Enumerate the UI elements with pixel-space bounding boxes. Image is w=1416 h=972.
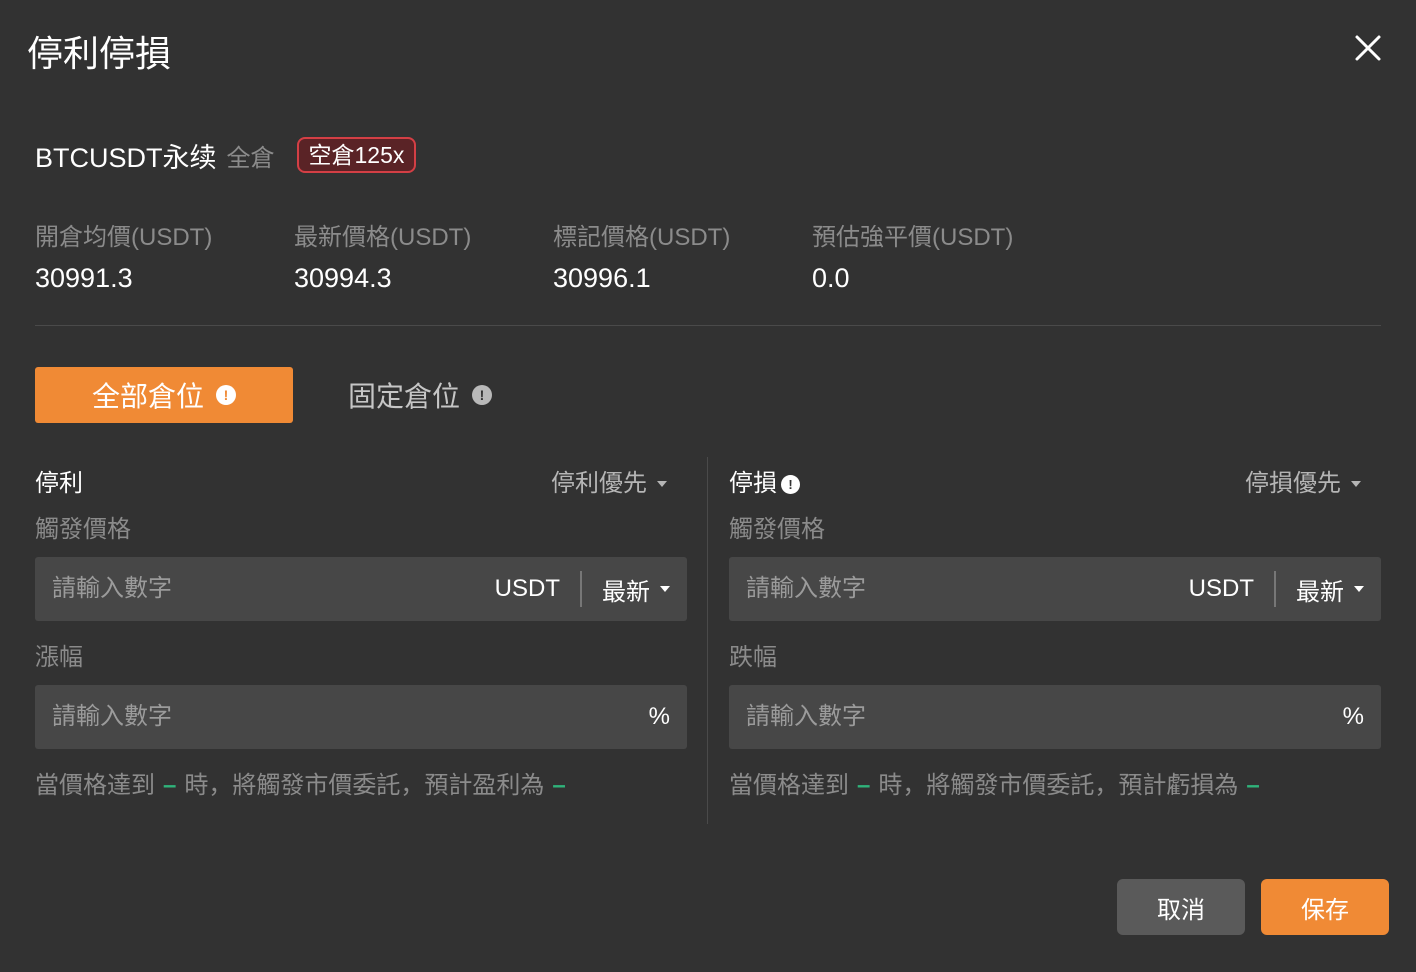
unit-label: % xyxy=(1342,703,1364,730)
unit-label: USDT xyxy=(1188,575,1254,602)
dropdown-label: 最新 xyxy=(602,578,650,606)
save-button[interactable]: 保存 xyxy=(1261,879,1389,935)
unit-separator xyxy=(1274,571,1276,607)
stat-value: 30996.1 xyxy=(553,263,651,293)
caret-down-icon xyxy=(657,481,667,487)
tab-fixed-position[interactable]: 固定倉位 ! xyxy=(348,367,493,423)
caret-down-icon xyxy=(660,586,670,592)
take-profit-change-field: % xyxy=(35,685,687,749)
hint-text: 時，將觸發市價委託，預計盈利為 xyxy=(184,772,545,799)
symbol-name: BTCUSDT永续 xyxy=(35,142,217,173)
dropdown-label: 停損優先 xyxy=(1245,470,1341,497)
dropdown-label: 停利優先 xyxy=(551,470,647,497)
stat-value: 0.0 xyxy=(812,263,850,293)
section-title-text: 停利 xyxy=(35,470,83,497)
hint-text: 當價格達到 xyxy=(729,772,849,799)
position-header: BTCUSDT永续 全倉 空倉125x xyxy=(35,136,417,174)
stat-label: 最新價格(USDT) xyxy=(294,224,472,251)
unit-separator xyxy=(580,571,582,607)
trigger-price-label: 觸發價格 xyxy=(729,516,825,543)
margin-mode: 全倉 xyxy=(226,144,275,172)
take-profit-change-input[interactable] xyxy=(52,703,649,731)
stop-loss-title: 停損 ! xyxy=(729,468,800,500)
trigger-price-label: 觸發價格 xyxy=(35,516,131,543)
stat-liquidation-price: 預估強平價(USDT) 0.0 xyxy=(812,222,1013,296)
take-profit-hint: 當價格達到 – 時，將觸發市價委託，預計盈利為 – xyxy=(35,770,574,802)
take-profit-trigger-field: USDT 最新 xyxy=(35,557,687,621)
column-divider xyxy=(707,457,708,824)
dialog-title: 停利停損 xyxy=(27,33,172,74)
stat-label: 開倉均價(USDT) xyxy=(35,224,213,251)
stop-loss-trigger-input[interactable] xyxy=(746,575,1189,603)
stop-loss-hint: 當價格達到 – 時，將觸發市價委託，預計虧損為 – xyxy=(729,770,1268,802)
stat-label: 標記價格(USDT) xyxy=(553,224,731,251)
caret-down-icon xyxy=(1354,586,1364,592)
close-button[interactable] xyxy=(1350,30,1386,66)
stat-value: 30991.3 xyxy=(35,263,133,293)
stat-last-price: 最新價格(USDT) 30994.3 xyxy=(294,222,471,296)
unit-label: % xyxy=(648,703,670,730)
change-label: 漲幅 xyxy=(35,644,83,671)
dropdown-label: 最新 xyxy=(1296,578,1344,606)
caret-down-icon xyxy=(1351,481,1361,487)
price-type-dropdown[interactable]: 最新 xyxy=(1296,572,1364,607)
stop-loss-trigger-field: USDT 最新 xyxy=(729,557,1381,621)
section-title-text: 停損 xyxy=(729,470,777,497)
take-profit-trigger-input[interactable] xyxy=(52,575,495,603)
unit-label: USDT xyxy=(494,575,560,602)
cancel-button[interactable]: 取消 xyxy=(1117,879,1245,935)
change-label: 跌幅 xyxy=(729,644,777,671)
stat-value: 30994.3 xyxy=(294,263,392,293)
stop-loss-change-input[interactable] xyxy=(746,703,1343,731)
tab-label: 全部倉位 xyxy=(91,381,204,412)
stat-mark-price: 標記價格(USDT) 30996.1 xyxy=(553,222,730,296)
stop-loss-change-field: % xyxy=(729,685,1381,749)
hint-text: 當價格達到 xyxy=(35,772,155,799)
info-icon[interactable]: ! xyxy=(472,385,493,405)
hint-text: 時，將觸發市價委託，預計虧損為 xyxy=(878,772,1239,799)
hint-price-value: – xyxy=(857,772,871,799)
stop-loss-priority-dropdown[interactable]: 停損優先 xyxy=(1245,468,1361,500)
info-icon[interactable]: ! xyxy=(216,385,236,405)
stat-entry-price: 開倉均價(USDT) 30991.3 xyxy=(35,222,212,296)
stat-label: 預估強平價(USDT) xyxy=(812,224,1014,251)
close-icon xyxy=(1355,35,1381,61)
info-icon[interactable]: ! xyxy=(781,474,800,494)
hint-price-value: – xyxy=(163,772,177,799)
tab-label: 固定倉位 xyxy=(348,381,461,412)
hint-loss-value: – xyxy=(1246,772,1260,799)
hint-profit-value: – xyxy=(552,772,566,799)
take-profit-priority-dropdown[interactable]: 停利優先 xyxy=(551,468,667,500)
take-profit-title: 停利 xyxy=(35,468,83,500)
tab-all-positions[interactable]: 全部倉位 ! xyxy=(35,367,293,423)
position-side-badge: 空倉125x xyxy=(296,137,417,173)
divider xyxy=(35,325,1381,326)
price-type-dropdown[interactable]: 最新 xyxy=(602,572,670,607)
